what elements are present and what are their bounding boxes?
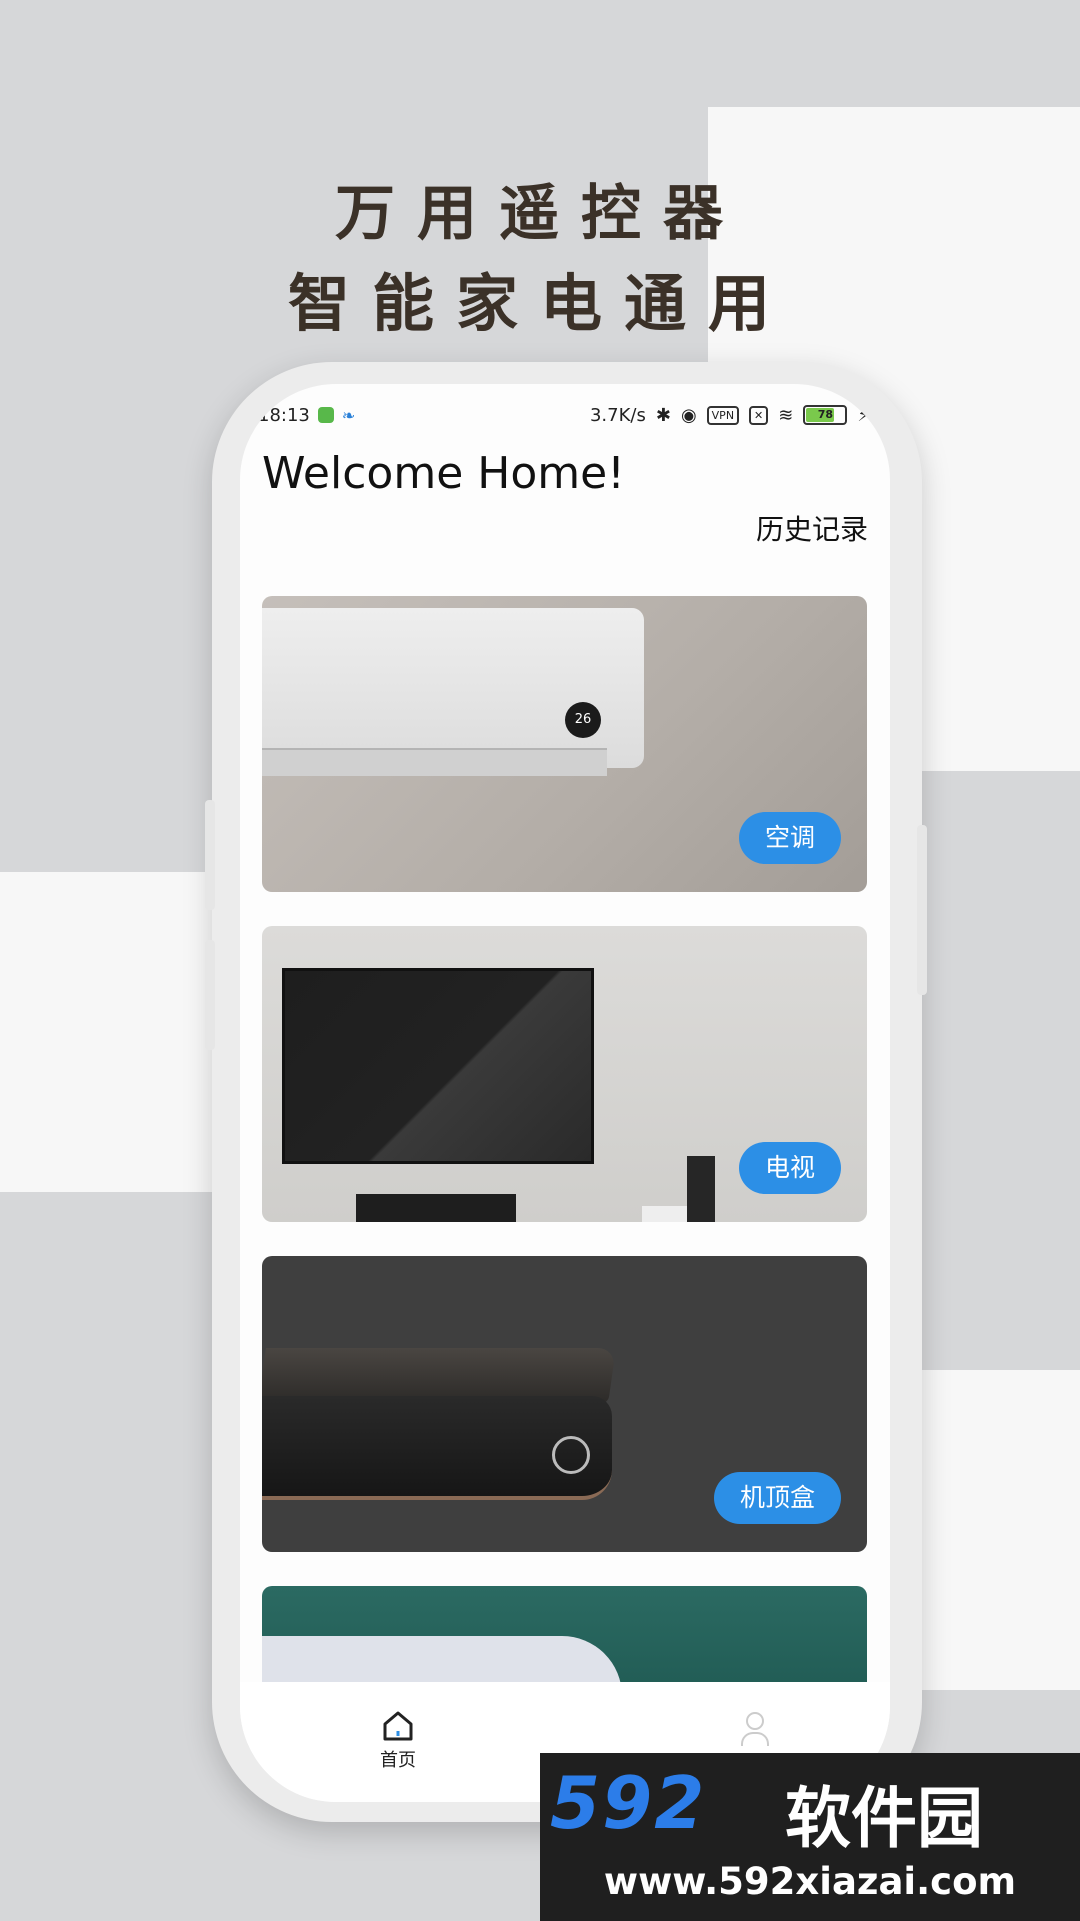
air-conditioner-image: 26	[262, 608, 644, 768]
vpn-icon: VPN	[706, 405, 740, 425]
tab-home[interactable]: 首页	[368, 1710, 428, 1772]
tv-cabinet	[356, 1194, 516, 1222]
history-link[interactable]: 历史记录	[756, 508, 868, 548]
ac-vent	[262, 748, 607, 776]
speaker	[687, 1156, 715, 1222]
network-speed: 3.7K/s	[589, 404, 646, 426]
watermark-site: www.592xiazai.com	[603, 1860, 1017, 1903]
bluetooth-icon: ✱	[655, 404, 671, 426]
phone-screen: 18:13 ❧ 3.7K/s ✱ ◉ VPN ✕ ≋ 78 ⚡ Welcome …	[240, 384, 890, 1802]
device-card-air-conditioner[interactable]: 26 空调	[262, 596, 867, 892]
page-title: Welcome Home!	[262, 448, 625, 499]
tab-home-label: 首页	[380, 1750, 416, 1771]
ac-display: 26	[565, 702, 601, 738]
tab-profile[interactable]	[740, 1712, 770, 1746]
device-card-set-top-box[interactable]: 机顶盒	[262, 1256, 867, 1552]
charging-icon: ⚡	[857, 404, 870, 426]
promo-headline: 万用遥控器	[335, 179, 745, 249]
promo-subheadline: 智能家电通用	[287, 267, 792, 340]
device-tag-tv[interactable]: 电视	[738, 1142, 841, 1194]
home-icon	[381, 1710, 415, 1742]
no-sim-icon: ✕	[749, 405, 769, 425]
background-panel	[0, 872, 230, 1192]
tv-image	[282, 968, 594, 1164]
watermark-number: 592	[550, 1761, 707, 1845]
status-time: 18:13	[258, 404, 310, 426]
phone-side-button	[205, 940, 215, 1050]
phone-side-button	[917, 825, 927, 995]
watermark-brand: 软件园	[785, 1780, 983, 1857]
device-tag-set-top-box[interactable]: 机顶盒	[713, 1472, 841, 1524]
phone-side-button	[205, 800, 215, 910]
eye-comfort-icon: ◉	[680, 404, 697, 426]
set-top-box-ring	[552, 1436, 590, 1474]
device-tag-air-conditioner[interactable]: 空调	[738, 812, 841, 864]
user-icon	[746, 1712, 764, 1730]
wifi-icon: ≋	[778, 404, 794, 426]
status-bar: 18:13 ❧ 3.7K/s ✱ ◉ VPN ✕ ≋ 78 ⚡	[258, 398, 870, 432]
watermark-banner: 592 软件园 www.592xiazai.com	[540, 1753, 1080, 1921]
device-card-tv[interactable]: 电视	[262, 926, 867, 1222]
notification-leaf-icon: ❧	[341, 405, 356, 425]
battery-icon: 78	[803, 405, 848, 425]
notification-app-icon	[317, 407, 334, 423]
